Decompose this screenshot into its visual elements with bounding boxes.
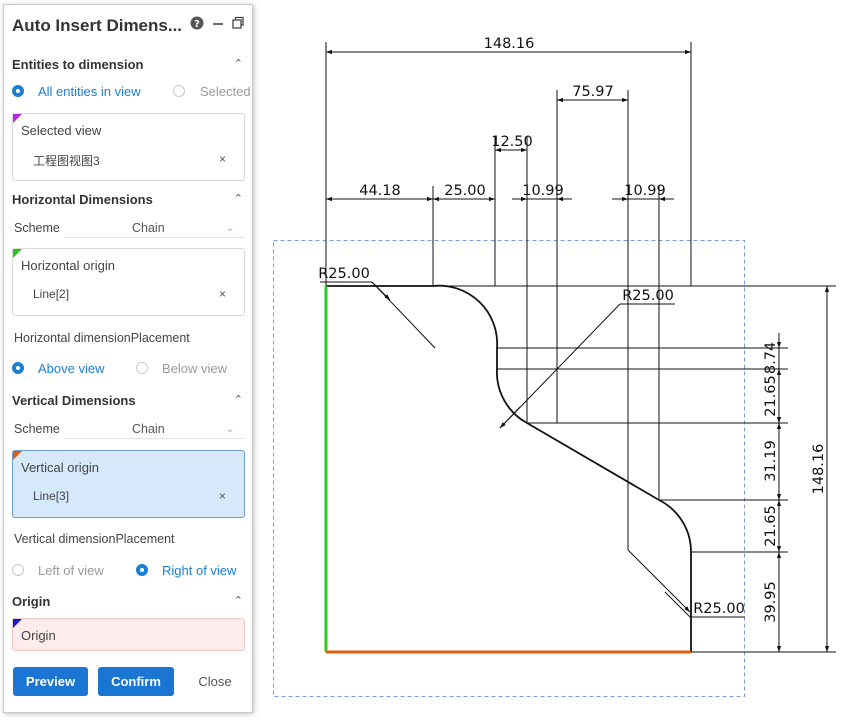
view-boundary[interactable] bbox=[273, 240, 745, 697]
svg-text:R25.00: R25.00 bbox=[693, 601, 745, 617]
dimension-8-74[interactable]: 8.74 bbox=[763, 333, 782, 374]
svg-text:10.99: 10.99 bbox=[522, 183, 564, 199]
dimension-31-19[interactable]: 31.19 bbox=[763, 423, 782, 500]
radius-dimension-2[interactable]: R25.00 bbox=[499, 288, 675, 429]
dimension-21-65-lower[interactable]: 21.65 bbox=[763, 500, 782, 552]
svg-text:44.18: 44.18 bbox=[359, 183, 401, 199]
dimension-10-99-left[interactable]: 10.99 bbox=[512, 183, 572, 202]
dimension-148-16-vertical[interactable]: 148.16 bbox=[811, 286, 830, 652]
svg-text:R25.00: R25.00 bbox=[318, 266, 370, 282]
dimension-39-95[interactable]: 39.95 bbox=[763, 552, 782, 652]
svg-text:21.65: 21.65 bbox=[763, 375, 779, 417]
svg-text:12.50: 12.50 bbox=[491, 134, 533, 150]
construction-line bbox=[627, 549, 684, 606]
svg-text:8.74: 8.74 bbox=[763, 342, 779, 374]
radius-dimensions: R25.00 R25.00 R25.00 bbox=[318, 266, 745, 618]
dimension-12-50[interactable]: 12.50 bbox=[491, 134, 533, 153]
svg-text:31.19: 31.19 bbox=[763, 440, 779, 482]
dimension-21-65-upper[interactable]: 21.65 bbox=[763, 369, 782, 423]
part-profile[interactable] bbox=[324, 284, 692, 654]
dimension-75-97[interactable]: 75.97 bbox=[557, 84, 628, 103]
dimension-44-18[interactable]: 44.18 bbox=[326, 183, 433, 202]
svg-text:75.97: 75.97 bbox=[572, 84, 614, 100]
svg-text:148.16: 148.16 bbox=[484, 36, 535, 52]
extension-lines bbox=[325, 42, 836, 653]
drawing-canvas: 148.16 75.97 12.50 44.18 25.00 10.99 10.… bbox=[273, 36, 836, 697]
vertical-dimensions: 148.16 8.74 21.65 31.19 21.65 39.95 bbox=[763, 286, 830, 652]
svg-text:10.99: 10.99 bbox=[624, 183, 666, 199]
horizontal-dimensions: 148.16 75.97 12.50 44.18 25.00 10.99 10.… bbox=[326, 36, 691, 202]
radius-dimension-3[interactable]: R25.00 bbox=[664, 591, 745, 618]
svg-text:148.16: 148.16 bbox=[811, 444, 827, 495]
dimension-10-99-right[interactable]: 10.99 bbox=[612, 183, 674, 202]
svg-text:R25.00: R25.00 bbox=[622, 288, 674, 304]
svg-text:21.65: 21.65 bbox=[763, 505, 779, 547]
svg-text:25.00: 25.00 bbox=[444, 183, 486, 199]
svg-text:39.95: 39.95 bbox=[763, 581, 779, 623]
radius-dimension-1[interactable]: R25.00 bbox=[318, 266, 436, 349]
dimension-25-00[interactable]: 25.00 bbox=[433, 183, 495, 202]
dimension-148-16-horizontal[interactable]: 148.16 bbox=[326, 36, 691, 55]
